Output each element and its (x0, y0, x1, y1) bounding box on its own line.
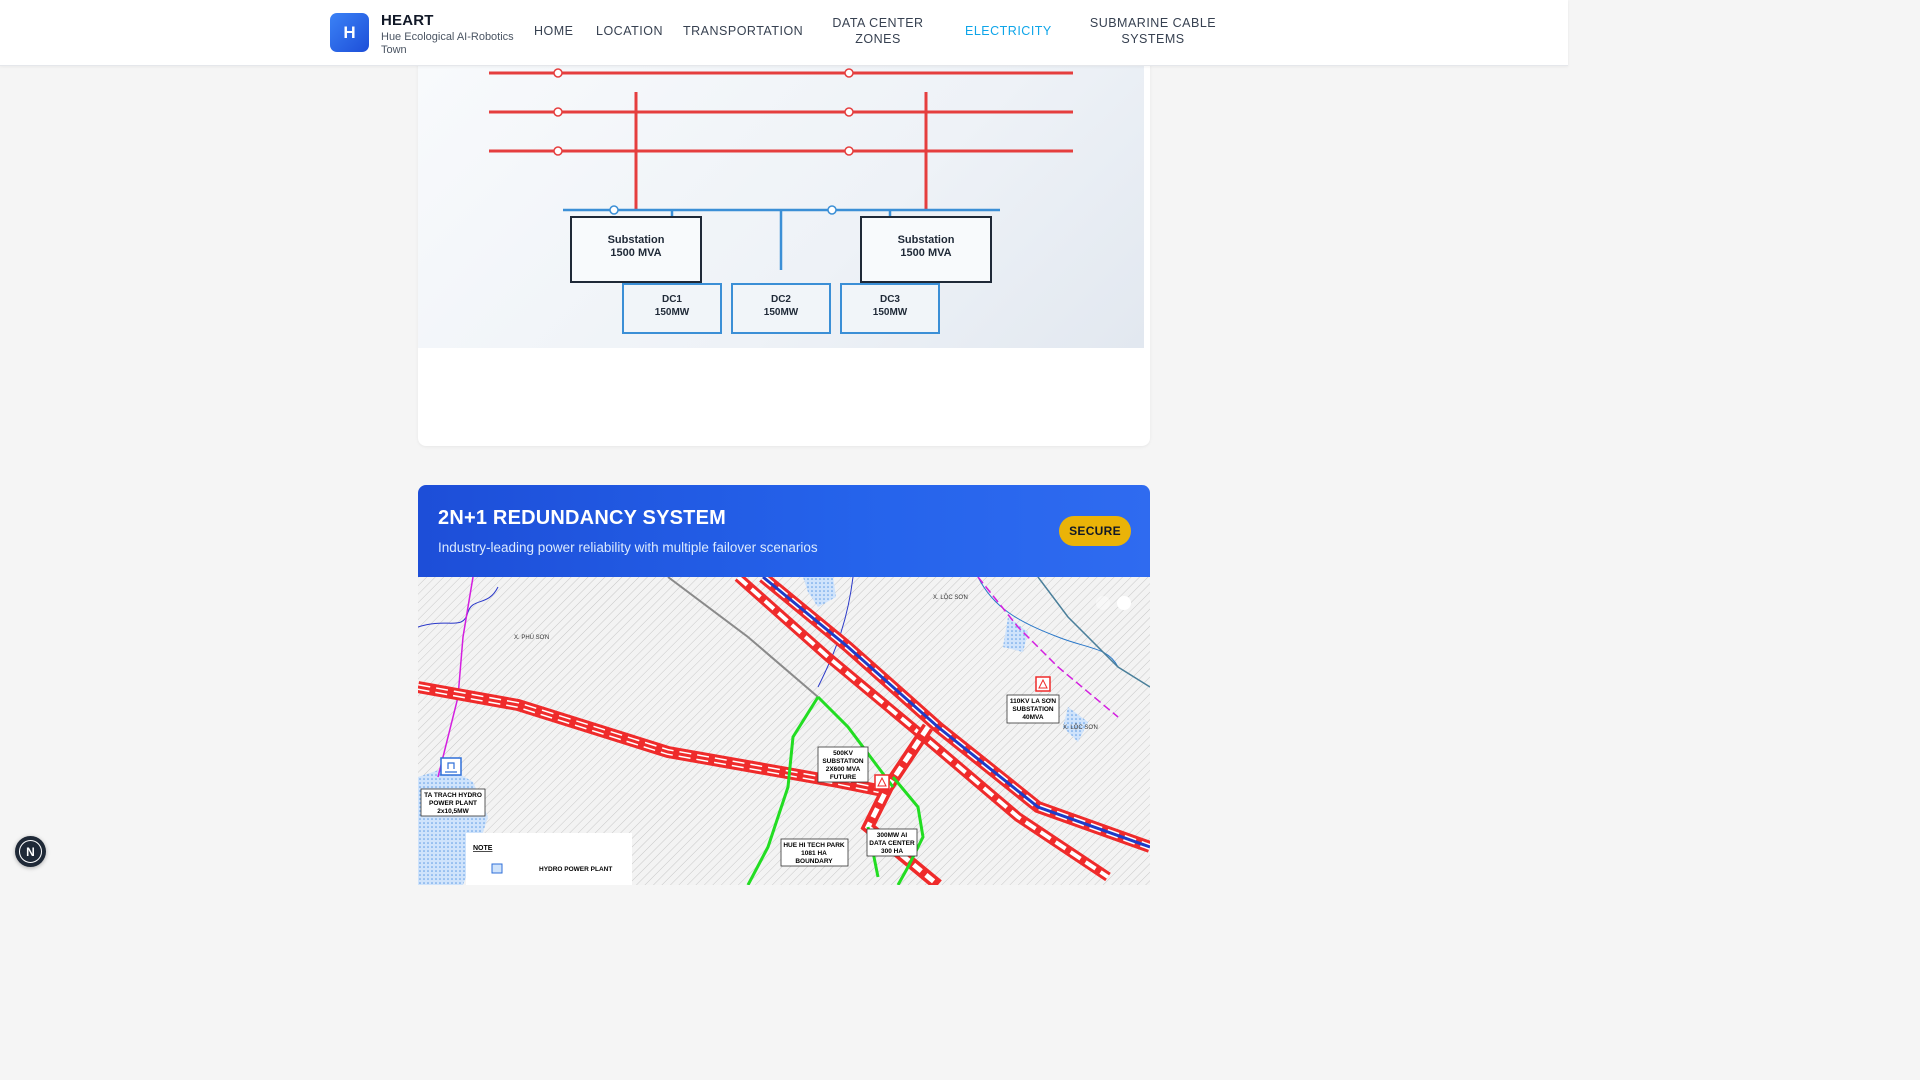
bus-node (827, 205, 837, 215)
legend-title: NOTE (473, 845, 493, 852)
500kv-label-line2: SUBSTATION (822, 758, 864, 765)
substation-2-capacity: 1500 MVA (900, 247, 951, 259)
secure-badge: SECURE (1059, 516, 1131, 546)
breaker-node (553, 146, 563, 156)
carousel-dot-2[interactable] (1117, 596, 1131, 610)
data-center-label-line1: 300MW AI (877, 832, 908, 839)
top-navigation-bar: H HEART Hue Ecological AI-Robotics Town … (0, 0, 1568, 66)
redundancy-title: 2N+1 REDUNDANCY SYSTEM (438, 507, 726, 529)
nav-transportation[interactable]: TRANSPORTATION (683, 23, 803, 39)
power-distribution-card: Substation 1500 MVA Substation 1500 MVA … (418, 60, 1150, 446)
label-loc-son-lower: X. LỘC SƠN (1063, 724, 1098, 731)
label-phu-son: X. PHÚ SƠN (514, 634, 549, 641)
500kv-label-line1: 500KV (833, 750, 854, 757)
legend-hydro-label: HYDRO POWER PLANT (539, 866, 612, 873)
brand-title: HEART (381, 12, 434, 29)
breaker-node (844, 107, 854, 117)
redundancy-subtitle: Industry-leading power reliability with … (438, 540, 818, 555)
brand-subtitle: Hue Ecological AI-Robotics Town (381, 31, 514, 56)
nav-home[interactable]: HOME (534, 23, 574, 39)
hi-tech-park-label-line3: BOUNDARY (795, 858, 833, 865)
power-distribution-diagram: Substation 1500 MVA Substation 1500 MVA … (418, 60, 1144, 348)
ta-trach-label-line3: 2x10,5MW (437, 808, 469, 815)
nav-location[interactable]: LOCATION (596, 23, 663, 39)
brand-text: HEART Hue Ecological AI-Robotics Town (381, 13, 521, 57)
carousel-dot-1[interactable] (1096, 596, 1110, 610)
dc1-name: DC1 (662, 294, 682, 305)
legend-hydro-icon (491, 863, 503, 874)
la-son-label-line1: 110KV LA SƠN (1010, 698, 1056, 705)
ta-trach-label-line2: POWER PLANT (429, 800, 477, 807)
label-loc-son: X. LỘC SƠN (933, 594, 968, 601)
redundancy-card: 2N+1 REDUNDANCY SYSTEM Industry-leading … (418, 485, 1150, 885)
redundancy-header: 2N+1 REDUNDANCY SYSTEM Industry-leading … (418, 485, 1150, 577)
ta-trach-label-line1: TA TRACH HYDRO (424, 792, 482, 799)
hi-tech-park-label-line2: 1081 HA (801, 850, 827, 857)
data-center-label-line3: 300 HA (881, 848, 903, 855)
breaker-node (844, 146, 854, 156)
nextjs-logo-icon: N (19, 840, 42, 863)
dc3-name: DC3 (880, 294, 900, 305)
logo[interactable]: H (330, 13, 369, 52)
hi-tech-park-label-line1: HUE HI TECH PARK (783, 842, 845, 849)
bus-node (609, 205, 619, 215)
breaker-node (553, 107, 563, 117)
la-son-label-line2: SUBSTATION (1012, 706, 1054, 713)
nav-electricity[interactable]: ELECTRICITY (965, 23, 1052, 39)
dc2-name: DC2 (771, 294, 791, 305)
nav-submarine-cable-systems[interactable]: SUBMARINE CABLE SYSTEMS (1088, 15, 1218, 47)
dc2-power: 150MW (764, 307, 799, 318)
substation-1-name: Substation (608, 234, 665, 246)
dc1-power: 150MW (655, 307, 690, 318)
nextjs-dev-tools-button[interactable]: N (15, 836, 46, 867)
power-grid-map[interactable]: X. LỘC SƠN X. PHÚ SƠN X. LỘC SƠN 110KV L… (418, 577, 1150, 885)
500kv-label-line3: 2X600 MVA (826, 766, 861, 773)
dc3-power: 150MW (873, 307, 908, 318)
breaker-node (844, 68, 854, 78)
la-son-label-line3: 40MVA (1022, 714, 1043, 721)
500kv-label-line4: FUTURE (830, 774, 857, 781)
breaker-node (553, 68, 563, 78)
substation-1-capacity: 1500 MVA (610, 247, 661, 259)
map-legend (466, 833, 632, 885)
nav-data-center-zones[interactable]: DATA CENTER ZONES (823, 15, 933, 47)
brand[interactable]: H HEART Hue Ecological AI-Robotics Town (330, 13, 521, 57)
substation-2-name: Substation (898, 234, 955, 246)
data-center-label-line2: DATA CENTER (869, 840, 915, 847)
